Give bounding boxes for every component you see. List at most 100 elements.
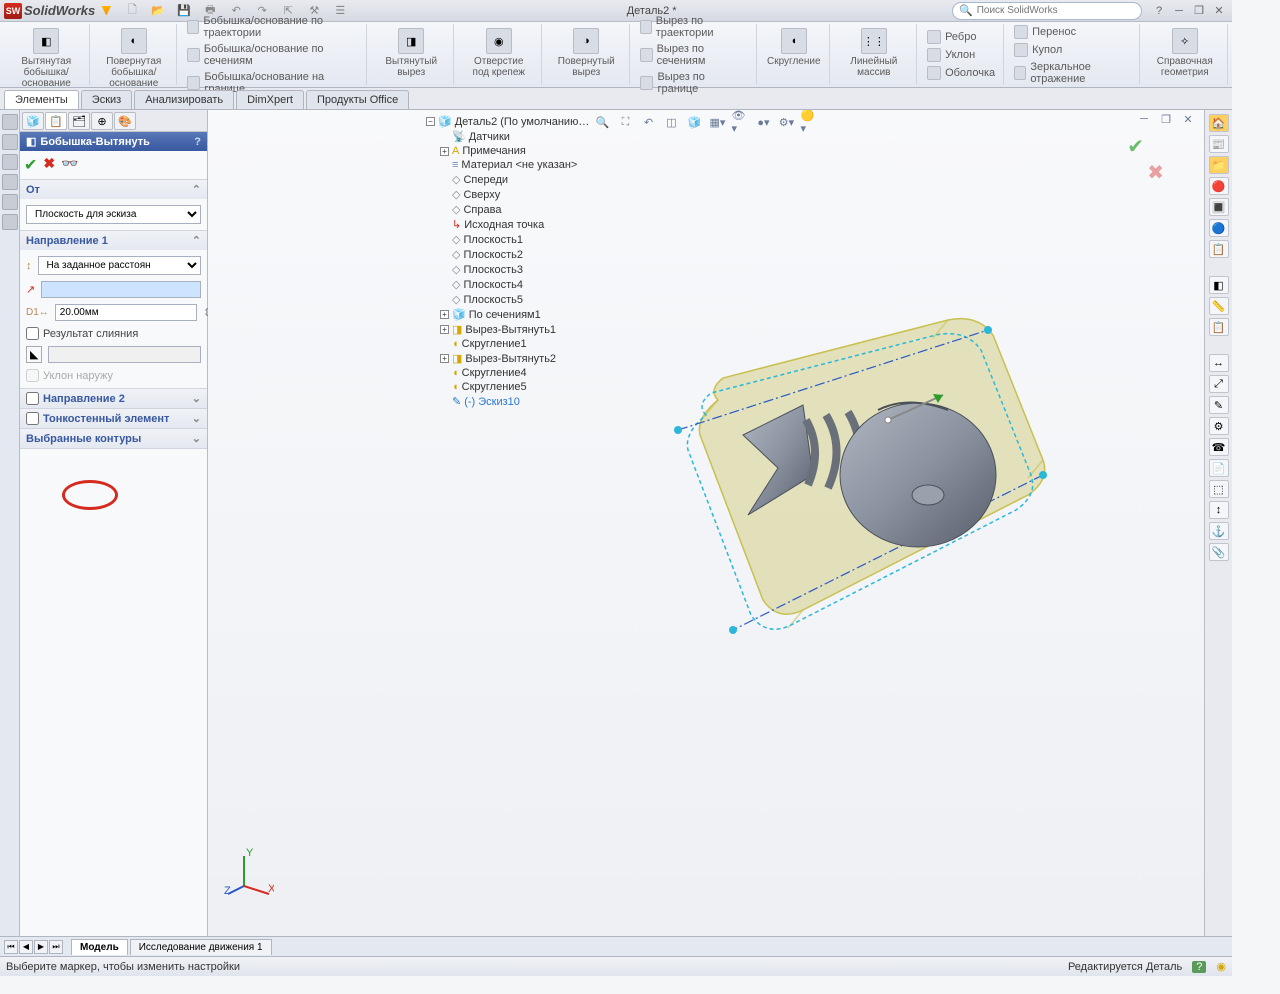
tp-tool-icon[interactable]: ↕ (1209, 501, 1229, 519)
tree-plane3[interactable]: ◇Плоскость3 (426, 262, 608, 277)
section-view-icon[interactable]: ◫ (662, 113, 682, 131)
tp-explorer-icon[interactable]: 🔴 (1209, 177, 1229, 195)
tree-fillet1[interactable]: ◖Скругление1 (426, 337, 608, 351)
cancel-button[interactable]: ✖ (43, 155, 55, 175)
draft-input[interactable] (48, 346, 201, 363)
nav-first-icon[interactable]: ⏮ (4, 940, 18, 954)
viewport[interactable]: 🔍 ⛶ ↶ ◫ 🧊 ▦▾ 👁▾ ●▾ ⚙▾ 🟡▾ ─ ❐ ✕ ✔ ✖ −🧊Дет… (208, 110, 1204, 936)
ok-button[interactable]: ✔ (24, 155, 37, 175)
status-help-icon[interactable]: ? (1192, 961, 1206, 973)
tp-tool-icon[interactable]: ☎ (1209, 438, 1229, 456)
tp-tool-icon[interactable]: ⚓ (1209, 522, 1229, 540)
prev-view-icon[interactable]: ↶ (639, 113, 659, 131)
tp-custom-icon[interactable]: 📋 (1209, 240, 1229, 258)
tree-fillet5[interactable]: ◖Скругление5 (426, 380, 608, 394)
rail-icon[interactable] (2, 154, 18, 170)
section-contours[interactable]: Выбранные контуры⌄ (20, 429, 207, 448)
view-orient-icon[interactable]: 🧊 (685, 113, 705, 131)
pm-help-icon[interactable]: ? (194, 136, 201, 148)
tab-dimxpert[interactable]: DimXpert (236, 90, 304, 109)
section-thin[interactable]: Тонкостенный элемент⌄ (20, 409, 207, 428)
section-direction2[interactable]: Направление 2⌄ (20, 389, 207, 408)
tab-elements[interactable]: Элементы (4, 90, 79, 109)
end-condition-select[interactable]: На заданное расстоян (38, 256, 202, 275)
tp-home-icon[interactable]: 🏠 (1209, 114, 1229, 132)
scene-icon[interactable]: ●▾ (754, 113, 774, 131)
from-select[interactable]: Плоскость для эскиза (26, 205, 201, 224)
tree-cut2[interactable]: +◨Вырез-Вытянуть2 (426, 351, 608, 366)
revolved-boss-button[interactable]: ◐Повернутая бобышка/основание (98, 26, 171, 91)
tp-tool-icon[interactable]: ⚙ (1209, 417, 1229, 435)
tp-tool-icon[interactable]: ⬚ (1209, 480, 1229, 498)
tree-sensors[interactable]: 📡Датчики (426, 129, 608, 144)
pm-tab-display[interactable]: 🎨 (114, 112, 136, 130)
help-icon[interactable]: ? (1150, 3, 1168, 19)
tp-tool-icon[interactable]: ✎ (1209, 396, 1229, 414)
doc-restore-icon[interactable]: ❐ (1156, 110, 1176, 128)
section-direction1[interactable]: Направление 1⌃ (20, 231, 207, 250)
tree-origin[interactable]: ↳Исходная точка (426, 217, 608, 232)
tab-office[interactable]: Продукты Office (306, 90, 409, 109)
tab-model[interactable]: Модель (71, 939, 128, 955)
status-rebuild-icon[interactable]: ◉ (1216, 960, 1226, 973)
preview-button[interactable]: 👓 (61, 155, 78, 175)
pm-tab-property[interactable]: 📋 (45, 112, 67, 130)
appearance-icon[interactable]: 🟡▾ (800, 113, 820, 131)
tp-tool-icon[interactable]: ⤢ (1209, 375, 1229, 393)
tree-plane-top[interactable]: ◇Сверху (426, 187, 608, 202)
boundary-cut-button[interactable]: Вырез по границе (638, 70, 750, 96)
tp-resources-icon[interactable]: 📰 (1209, 135, 1229, 153)
tp-tool-icon[interactable]: 📏 (1209, 297, 1229, 315)
shell-button[interactable]: Оболочка (925, 65, 997, 81)
nav-prev-icon[interactable]: ◀ (19, 940, 33, 954)
minimize-icon[interactable]: ─ (1170, 3, 1188, 19)
lofted-cut-button[interactable]: Вырез по сечениям (638, 42, 750, 68)
extruded-cut-button[interactable]: ◨Вытянутый вырез (375, 26, 448, 80)
tree-sketch10[interactable]: ✎(-) Эскиз10 (426, 394, 608, 409)
hole-wizard-button[interactable]: ◉Отверстие под крепеж (462, 26, 535, 80)
app-menu-arrow[interactable] (101, 6, 111, 16)
extruded-boss-button[interactable]: ◧Вытянутая бобышка/основание (10, 26, 83, 91)
tp-view-icon[interactable]: 🔳 (1209, 198, 1229, 216)
pm-tab-config[interactable]: 🗂 (68, 112, 90, 130)
draft-button[interactable]: Уклон (925, 47, 977, 63)
rib-button[interactable]: Ребро (925, 29, 978, 45)
reference-geometry-button[interactable]: ✧Справочная геометрия (1148, 26, 1221, 80)
tree-fillet4[interactable]: ◖Скругление4 (426, 366, 608, 380)
tree-loft1[interactable]: +🧊По сечениям1 (426, 307, 608, 322)
tp-tool-icon[interactable]: 📄 (1209, 459, 1229, 477)
doc-close-icon[interactable]: ✕ (1178, 110, 1198, 128)
direction-arrow-icon[interactable]: ↗ (26, 283, 35, 296)
tab-analyze[interactable]: Анализировать (134, 90, 234, 109)
wrap-button[interactable]: Перенос (1012, 24, 1078, 40)
tp-tool-icon[interactable]: ◧ (1209, 276, 1229, 294)
view-triad[interactable]: Y X Z (224, 846, 274, 896)
pm-tab-feature[interactable]: 🧊 (22, 112, 44, 130)
tp-appearance-icon[interactable]: 🔵 (1209, 219, 1229, 237)
tree-material[interactable]: ≡Материал <не указан> (426, 158, 608, 172)
tp-tool-icon[interactable]: 📋 (1209, 318, 1229, 336)
view-setting-icon[interactable]: ⚙▾ (777, 113, 797, 131)
section-from[interactable]: От⌃ (20, 180, 207, 199)
restore-icon[interactable]: ❐ (1190, 3, 1208, 19)
lofted-boss-button[interactable]: Бобышка/основание по сечениям (185, 42, 360, 68)
tree-plane-right[interactable]: ◇Справа (426, 202, 608, 217)
hide-show-icon[interactable]: 👁▾ (731, 113, 751, 131)
tree-plane2[interactable]: ◇Плоскость2 (426, 247, 608, 262)
tab-motion-study[interactable]: Исследование движения 1 (130, 939, 272, 955)
search-input[interactable] (977, 5, 1135, 16)
linear-pattern-button[interactable]: ⋮⋮Линейный массив (838, 26, 911, 80)
tree-plane-front[interactable]: ◇Спереди (426, 172, 608, 187)
tree-cut1[interactable]: +◨Вырез-Вытянуть1 (426, 322, 608, 337)
revolved-cut-button[interactable]: ◑Повернутый вырез (550, 26, 623, 80)
open-icon[interactable]: 📂 (147, 2, 169, 20)
close-icon[interactable]: ✕ (1210, 3, 1228, 19)
tp-library-icon[interactable]: 📁 (1209, 156, 1229, 174)
model-preview[interactable] (648, 300, 1058, 660)
rail-icon[interactable] (2, 114, 18, 130)
swept-cut-button[interactable]: Вырез по траектории (638, 14, 750, 40)
swept-boss-button[interactable]: Бобышка/основание по траектории (185, 14, 360, 40)
tab-sketch[interactable]: Эскиз (81, 90, 132, 109)
tree-root[interactable]: −🧊Деталь2 (По умолчанию… (426, 114, 608, 129)
zoom-area-icon[interactable]: ⛶ (616, 113, 636, 131)
